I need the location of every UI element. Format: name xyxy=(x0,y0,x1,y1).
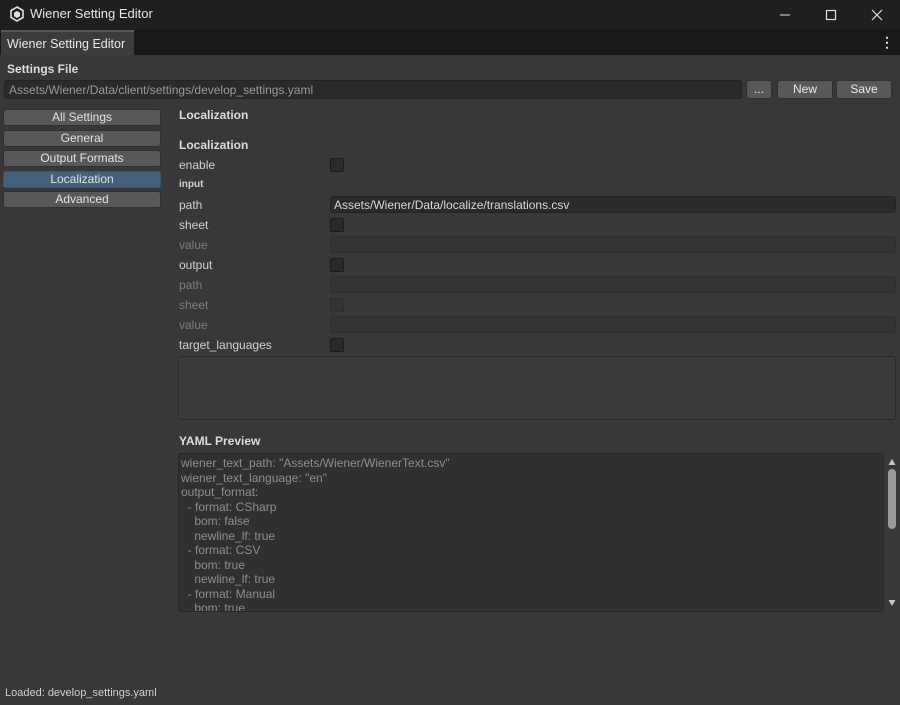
input-label: input xyxy=(179,179,204,190)
group-title: Localization xyxy=(179,138,249,152)
new-button[interactable]: New xyxy=(777,80,833,99)
maximize-icon xyxy=(825,9,837,20)
enable-label: enable xyxy=(179,158,216,172)
input-value-field xyxy=(330,236,896,253)
input-sheet-label: sheet xyxy=(179,218,209,232)
target-languages-checkbox[interactable] xyxy=(330,338,344,352)
input-value-label: value xyxy=(179,238,208,252)
tab-strip xyxy=(0,29,900,55)
yaml-preview-text: wiener_text_path: "Assets/Wiener/WienerT… xyxy=(181,456,450,612)
output-checkbox[interactable] xyxy=(330,258,344,272)
section-title: Localization xyxy=(179,108,249,122)
input-sheet-checkbox[interactable] xyxy=(330,218,344,232)
sidebar-item-advanced[interactable]: Advanced xyxy=(3,191,161,208)
enable-checkbox[interactable] xyxy=(330,158,344,172)
tab-wiener-setting-editor[interactable]: Wiener Setting Editor xyxy=(1,30,134,55)
more-options-icon[interactable]: ⋮ xyxy=(880,33,894,51)
minimize-button[interactable] xyxy=(762,0,808,29)
yaml-preview-box[interactable]: wiener_text_path: "Assets/Wiener/WienerT… xyxy=(178,453,884,612)
window-title: Wiener Setting Editor xyxy=(30,6,153,21)
browse-button[interactable]: ... xyxy=(746,80,772,99)
target-languages-list[interactable] xyxy=(178,356,896,420)
settings-file-label: Settings File xyxy=(7,62,79,76)
output-label: output xyxy=(179,258,213,272)
output-sheet-checkbox xyxy=(330,298,344,312)
minimize-icon xyxy=(780,14,790,15)
input-path-field[interactable]: Assets/Wiener/Data/localize/translations… xyxy=(330,196,896,213)
close-button[interactable] xyxy=(854,0,900,29)
sidebar-item-all-settings[interactable]: All Settings xyxy=(3,109,161,126)
output-sheet-label: sheet xyxy=(179,298,209,312)
app-logo-icon xyxy=(9,6,25,22)
output-value-label: value xyxy=(179,318,208,332)
save-button[interactable]: Save xyxy=(836,80,892,99)
output-path-field xyxy=(330,276,896,293)
status-text: Loaded: develop_settings.yaml xyxy=(5,687,157,699)
yaml-preview-title: YAML Preview xyxy=(179,434,261,448)
output-value-field xyxy=(330,316,896,333)
output-path-label: path xyxy=(179,278,203,292)
scrollbar-thumb[interactable] xyxy=(888,469,896,529)
settings-file-path-field[interactable]: Assets/Wiener/Data/client/settings/devel… xyxy=(4,80,742,99)
sidebar-item-localization[interactable]: Localization xyxy=(3,171,161,188)
target-languages-label: target_languages xyxy=(179,338,272,352)
maximize-button[interactable] xyxy=(808,0,854,29)
sidebar-item-output-formats[interactable]: Output Formats xyxy=(3,150,161,167)
close-icon xyxy=(871,9,883,20)
input-path-label: path xyxy=(179,198,203,212)
sidebar-item-general[interactable]: General xyxy=(3,130,161,147)
